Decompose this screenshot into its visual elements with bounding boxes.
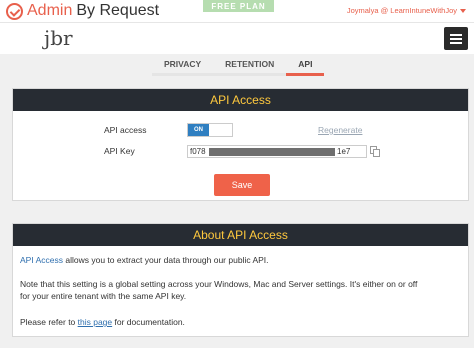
brand-bar: Admin By Request FREE PLAN Joymalya @ Le… [0, 0, 474, 22]
plan-badge: FREE PLAN [203, 0, 274, 12]
api-key-redaction [209, 148, 335, 156]
documentation-link[interactable]: this page [78, 317, 113, 327]
hamburger-menu-button[interactable] [444, 27, 468, 50]
api-access-toggle[interactable]: ON [187, 123, 233, 137]
api-key-field[interactable]: f078 1e7 [187, 145, 367, 158]
api-key-prefix: f078 [190, 147, 206, 156]
about-api-panel: About API Access API Access allows you t… [12, 223, 469, 337]
tab-api[interactable]: API [286, 56, 325, 76]
api-access-link[interactable]: API Access [20, 255, 63, 265]
panel-title: API Access [13, 89, 468, 111]
about-text: allows you to extract your data through … [63, 255, 269, 265]
hamburger-icon [450, 38, 462, 40]
brand-name-rest: By Request [76, 2, 160, 19]
about-text: for your entire tenant with the same API… [20, 291, 187, 301]
user-label: Joymalya @ LearnIntuneWithJoy [346, 6, 457, 15]
hamburger-icon [450, 42, 462, 44]
panel-title: About API Access [13, 224, 468, 246]
api-key-label: API Key [104, 146, 135, 156]
about-paragraph-2: Note that this setting is a global setti… [20, 278, 460, 302]
tab-privacy[interactable]: PRIVACY [152, 56, 214, 76]
company-logo: jbr [44, 26, 73, 50]
user-menu[interactable]: Joymalya @ LearnIntuneWithJoy [347, 6, 466, 15]
hamburger-icon [450, 34, 462, 36]
chevron-down-icon [460, 9, 466, 14]
brand-name-accent: Admin [27, 2, 73, 19]
regenerate-link[interactable]: Regenerate [318, 125, 362, 135]
about-text: Note that this setting is a global setti… [20, 279, 418, 289]
save-button[interactable]: Save [214, 174, 270, 196]
logo-bar: jbr [0, 22, 474, 54]
toggle-on-label: ON [188, 124, 209, 136]
tab-retention[interactable]: RETENTION [213, 56, 287, 76]
about-paragraph-3: Please refer to this page for documentat… [20, 316, 460, 328]
about-paragraph-1: API Access allows you to extract your da… [20, 254, 460, 266]
api-access-label: API access [104, 125, 147, 135]
api-key-suffix: 1e7 [337, 147, 351, 156]
api-access-panel: API Access API access ON Regenerate API … [12, 88, 469, 201]
about-text: Please refer to [20, 317, 78, 327]
check-circle-icon [6, 2, 23, 20]
about-text: for documentation. [112, 317, 185, 327]
brand-logo[interactable]: Admin By Request [6, 1, 159, 21]
settings-tabs: PRIVACY RETENTION API [152, 56, 325, 76]
copy-icon[interactable] [370, 146, 380, 157]
